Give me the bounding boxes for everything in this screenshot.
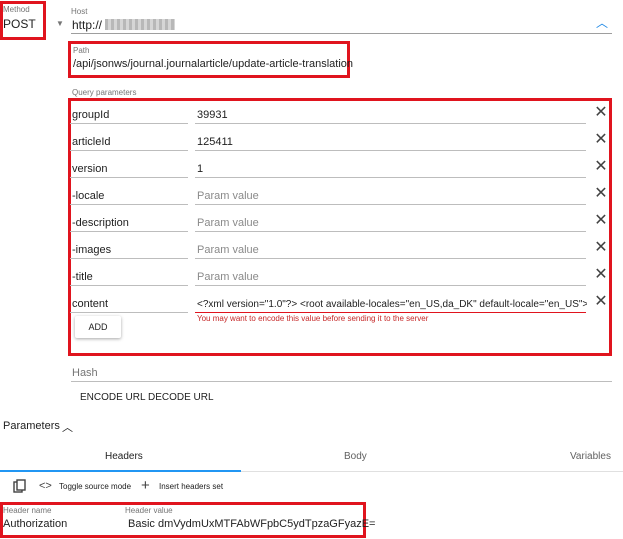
param-value-input[interactable]: 1 — [197, 163, 587, 175]
tab-headers[interactable]: Headers — [105, 451, 143, 462]
param-row: -images Param value ✕ — [70, 240, 610, 268]
remove-param-close-icon[interactable]: ✕ — [594, 105, 608, 121]
hash-underline — [71, 381, 612, 382]
code-brackets-icon[interactable]: <> — [39, 480, 52, 492]
param-row: articleId 125411 ✕ — [70, 132, 610, 160]
param-value-input[interactable]: Param value — [197, 190, 587, 202]
param-value-input[interactable]: 39931 — [197, 109, 587, 121]
plus-icon[interactable]: + — [141, 477, 150, 494]
param-name-input[interactable]: -title — [72, 271, 93, 283]
method-dropdown-arrow-icon[interactable]: ▼ — [56, 19, 64, 28]
param-name-input[interactable]: version — [72, 163, 107, 175]
path-input[interactable]: /api/jsonws/journal.journalarticle/updat… — [73, 58, 353, 70]
hash-input[interactable]: Hash — [72, 367, 98, 379]
tab-variables[interactable]: Variables — [570, 451, 611, 462]
param-row: version 1 ✕ — [70, 159, 610, 187]
header-name-label: Header name — [3, 506, 52, 515]
active-tab-indicator — [0, 470, 241, 472]
add-param-button[interactable]: ADD — [75, 316, 121, 338]
header-name-input[interactable]: Authorization — [3, 518, 67, 530]
param-name-input[interactable]: content — [72, 298, 108, 310]
param-value-underline — [195, 177, 586, 178]
param-name-input[interactable]: groupId — [72, 109, 109, 121]
parameters-title: Parameters — [3, 420, 60, 432]
parameters-collapse-chevron-up-icon[interactable]: ︿ — [62, 419, 73, 435]
path-label: Path — [73, 46, 90, 55]
param-row: -locale Param value ✕ — [70, 186, 610, 214]
param-value-input[interactable]: Param value — [197, 271, 587, 283]
param-value-input[interactable]: 125411 — [197, 136, 587, 148]
remove-param-close-icon[interactable]: ✕ — [594, 159, 608, 175]
query-parameters-label: Query parameters — [72, 88, 137, 97]
param-value-input[interactable]: <?xml version="1.0"?> <root available-lo… — [197, 299, 587, 310]
chevron-up-icon[interactable]: ︿ — [596, 14, 608, 31]
param-name-input[interactable]: -locale — [72, 190, 104, 202]
param-name-underline — [70, 258, 188, 259]
param-name-underline — [70, 123, 188, 124]
remove-param-close-icon[interactable]: ✕ — [594, 294, 608, 310]
param-value-underline — [195, 123, 586, 124]
encode-warning: You may want to encode this value before… — [197, 314, 429, 323]
host-input[interactable]: http:// — [72, 18, 176, 32]
header-value-input[interactable]: Basic dmVydmUxMTFAbWFpbC5ydTpzaGFyazE= — [128, 518, 375, 530]
toggle-source-mode-button[interactable]: Toggle source mode — [59, 482, 131, 491]
remove-param-close-icon[interactable]: ✕ — [594, 186, 608, 202]
param-row: -description Param value ✕ — [70, 213, 610, 241]
param-row: -title Param value ✕ — [70, 267, 610, 295]
host-value: http:// — [72, 18, 103, 32]
param-name-input[interactable]: -description — [72, 217, 129, 229]
method-highlight — [0, 1, 46, 40]
param-value-underline — [195, 204, 586, 205]
copy-icon[interactable] — [13, 479, 27, 493]
tab-body[interactable]: Body — [344, 451, 367, 462]
param-name-underline — [70, 204, 188, 205]
param-name-underline — [70, 285, 188, 286]
param-name-input[interactable]: -images — [72, 244, 111, 256]
remove-param-close-icon[interactable]: ✕ — [594, 267, 608, 283]
param-name-underline — [70, 150, 188, 151]
param-name-underline — [70, 312, 188, 313]
param-value-underline — [195, 258, 586, 259]
insert-headers-set-button[interactable]: Insert headers set — [159, 482, 223, 491]
param-name-underline — [70, 231, 188, 232]
param-name-input[interactable]: articleId — [72, 136, 111, 148]
redacted-host — [105, 19, 176, 30]
param-value-input[interactable]: Param value — [197, 244, 587, 256]
param-value-underline — [195, 285, 586, 286]
header-value-label: Header value — [125, 506, 173, 515]
host-label: Host — [71, 7, 88, 16]
tabs-divider — [241, 471, 623, 472]
param-value-underline — [195, 231, 586, 232]
remove-param-close-icon[interactable]: ✕ — [594, 213, 608, 229]
param-value-input[interactable]: Param value — [197, 217, 587, 229]
decode-url-button[interactable]: DECODE URL — [148, 392, 214, 403]
remove-param-close-icon[interactable]: ✕ — [594, 132, 608, 148]
param-name-underline — [70, 177, 188, 178]
encode-url-button[interactable]: ENCODE URL — [80, 392, 146, 403]
param-row: groupId 39931 ✕ — [70, 105, 610, 133]
remove-param-close-icon[interactable]: ✕ — [594, 240, 608, 256]
param-value-underline-error — [195, 312, 586, 313]
host-underline — [71, 33, 612, 34]
param-value-underline — [195, 150, 586, 151]
